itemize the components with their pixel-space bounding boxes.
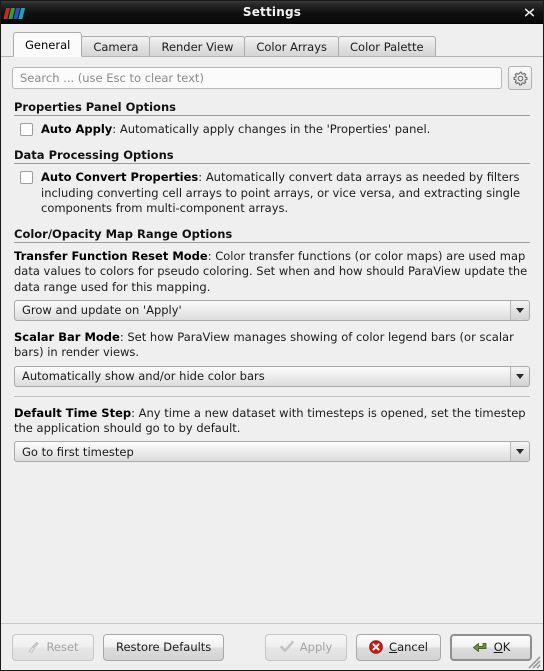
restore-defaults-button[interactable]: Restore Defaults xyxy=(103,633,225,661)
chevron-down-icon xyxy=(510,366,529,386)
auto-apply-sep: : xyxy=(112,122,120,136)
settings-dialog: Settings General Camera Render View Colo… xyxy=(0,0,544,671)
group-data-processing: Data Processing Options Auto Convert Pro… xyxy=(14,148,530,216)
cancel-button[interactable]: Cancel xyxy=(356,633,441,661)
tab-color-palette[interactable]: Color Palette xyxy=(338,36,436,57)
scalar-bar-mode-description: Scalar Bar Mode: Set how ParaView manage… xyxy=(14,330,530,361)
auto-convert-properties-sep: : xyxy=(198,170,206,185)
group-color-opacity-map-range: Color/Opacity Map Range Options Transfer… xyxy=(14,227,530,463)
auto-convert-properties-checkbox[interactable] xyxy=(20,171,33,185)
title-bar: Settings xyxy=(1,1,543,24)
apply-button[interactable]: Apply xyxy=(265,633,348,661)
section-divider xyxy=(14,395,530,397)
cancel-mnemonic: C xyxy=(389,640,398,654)
broom-icon xyxy=(27,641,40,654)
setting-auto-apply: Auto Apply: Automatically apply changes … xyxy=(14,122,530,137)
auto-apply-name: Auto Apply xyxy=(41,122,113,136)
default-time-step-value: Go to first timestep xyxy=(22,444,134,459)
window-title: Settings xyxy=(242,5,302,19)
reset-button-label: Reset xyxy=(46,640,79,654)
tab-camera[interactable]: Camera xyxy=(81,36,151,57)
restore-defaults-button-label: Restore Defaults xyxy=(116,640,212,654)
ok-mnemonic: O xyxy=(493,640,503,654)
settings-scroll-area: Properties Panel Options Auto Apply: Aut… xyxy=(1,90,543,623)
cancel-circle-icon xyxy=(369,640,383,654)
apply-button-label: Apply xyxy=(299,640,333,654)
ok-rest: K xyxy=(502,640,511,654)
auto-convert-properties-label: Auto Convert Properties: Automatically c… xyxy=(41,170,530,216)
paraview-logo-icon xyxy=(3,6,28,19)
search-input[interactable] xyxy=(12,67,502,89)
tab-camera-label: Camera xyxy=(93,39,139,54)
tab-color-arrays[interactable]: Color Arrays xyxy=(244,36,340,57)
chevron-down-icon xyxy=(510,442,529,462)
transfer-function-reset-mode-value: Grow and update on 'Apply' xyxy=(22,303,182,318)
tab-general-label: General xyxy=(25,37,71,52)
transfer-function-reset-mode-description: Transfer Function Reset Mode: Color tran… xyxy=(14,249,530,295)
auto-apply-label: Auto Apply: Automatically apply changes … xyxy=(41,122,430,137)
scalar-bar-mode-value: Automatically show and/or hide color bar… xyxy=(22,369,265,384)
default-time-step-description: Default Time Step: Any time a new datase… xyxy=(14,406,530,437)
tab-render-view[interactable]: Render View xyxy=(149,36,246,57)
enter-arrow-icon xyxy=(472,640,488,654)
auto-apply-checkbox[interactable] xyxy=(20,123,33,136)
ok-button[interactable]: OK xyxy=(450,633,532,661)
default-time-step-name: Default Time Step xyxy=(14,405,132,420)
ok-button-label: OK xyxy=(494,640,511,654)
close-icon[interactable] xyxy=(521,4,538,21)
tab-color-arrays-label: Color Arrays xyxy=(256,39,328,54)
footer-left-buttons: Reset Restore Defaults xyxy=(12,633,225,661)
group-properties-panel: Properties Panel Options Auto Apply: Aut… xyxy=(14,100,530,137)
settings-body: Properties Panel Options Auto Apply: Aut… xyxy=(1,57,543,623)
scalar-bar-mode-name: Scalar Bar Mode xyxy=(14,329,120,344)
tab-render-view-label: Render View xyxy=(161,39,234,54)
check-icon xyxy=(280,640,294,654)
transfer-function-reset-mode-name: Transfer Function Reset Mode xyxy=(14,249,208,264)
default-time-step-dropdown[interactable]: Go to first timestep xyxy=(14,441,530,463)
gear-icon[interactable] xyxy=(508,66,532,90)
footer-right-buttons: Apply Cancel OK xyxy=(265,633,532,661)
scalar-bar-mode-dropdown[interactable]: Automatically show and/or hide color bar… xyxy=(14,365,530,387)
cancel-button-label: Cancel xyxy=(389,640,428,654)
auto-apply-description: Automatically apply changes in the 'Prop… xyxy=(119,122,431,136)
settings-tab-bar: General Camera Render View Color Arrays … xyxy=(1,32,543,57)
group-title-properties-panel: Properties Panel Options xyxy=(14,100,530,116)
tab-color-palette-label: Color Palette xyxy=(350,39,424,54)
auto-convert-properties-name: Auto Convert Properties xyxy=(41,170,199,185)
tab-general[interactable]: General xyxy=(13,32,83,57)
transfer-function-reset-mode-dropdown[interactable]: Grow and update on 'Apply' xyxy=(14,299,530,321)
default-time-step-sep: : xyxy=(131,405,139,420)
group-title-data-processing: Data Processing Options xyxy=(14,148,530,165)
group-title-color-opacity-map-range: Color/Opacity Map Range Options xyxy=(14,227,530,244)
reset-button[interactable]: Reset xyxy=(12,633,94,661)
setting-auto-convert-properties: Auto Convert Properties: Automatically c… xyxy=(14,170,530,216)
dialog-button-bar: Reset Restore Defaults Apply Cancel OK xyxy=(1,623,543,670)
cancel-rest: ancel xyxy=(397,640,428,654)
chevron-down-icon xyxy=(510,300,529,320)
search-row xyxy=(1,57,543,90)
